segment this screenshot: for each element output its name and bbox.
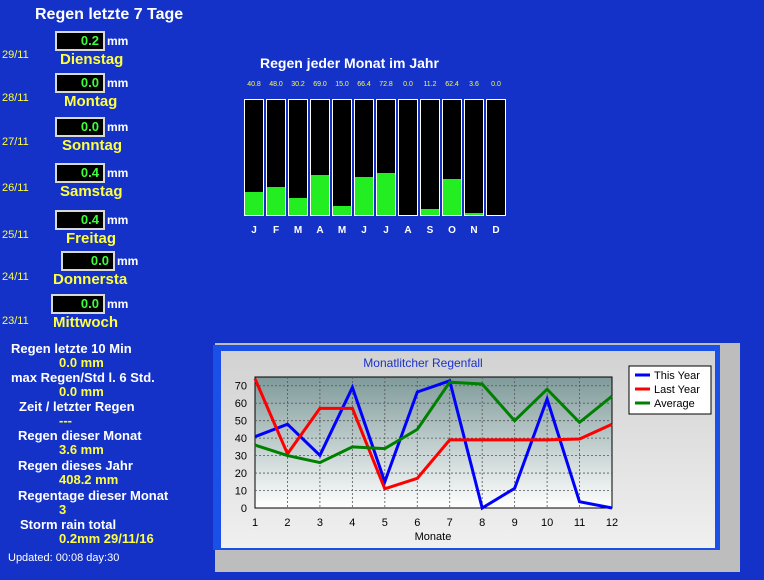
y-tick-label: 40 <box>235 433 247 445</box>
y-tick-label: 0 <box>241 503 247 515</box>
y-tick-label: 20 <box>235 468 247 480</box>
line-chart-title: Monatlitcher Regenfall <box>363 356 482 370</box>
x-axis-label: Monate <box>415 531 452 543</box>
x-tick-label: 12 <box>606 517 618 529</box>
x-tick-label: 5 <box>382 517 388 529</box>
legend-label: This Year <box>654 370 700 382</box>
x-tick-label: 4 <box>349 517 355 529</box>
x-tick-label: 6 <box>414 517 420 529</box>
legend-label: Average <box>654 398 695 410</box>
x-tick-label: 8 <box>479 517 485 529</box>
line-chart: Monatlitcher Regenfall0102030405060701 2 3… <box>235 356 712 543</box>
y-tick-label: 70 <box>235 381 247 393</box>
x-tick-label: 9 <box>512 517 518 529</box>
y-tick-label: 10 <box>235 486 247 498</box>
x-tick-label: 3 <box>317 517 323 529</box>
x-tick-label: 11 <box>574 517 585 529</box>
y-tick-label: 50 <box>235 416 247 428</box>
y-tick-label: 30 <box>235 451 247 463</box>
x-tick-label: 10 <box>541 517 553 529</box>
x-tick-label: 2 <box>284 517 290 529</box>
legend-label: Last Year <box>654 384 700 396</box>
x-tick-label: 7 <box>447 517 453 529</box>
y-tick-label: 60 <box>235 398 247 410</box>
x-tick-label: 1 <box>252 517 258 529</box>
